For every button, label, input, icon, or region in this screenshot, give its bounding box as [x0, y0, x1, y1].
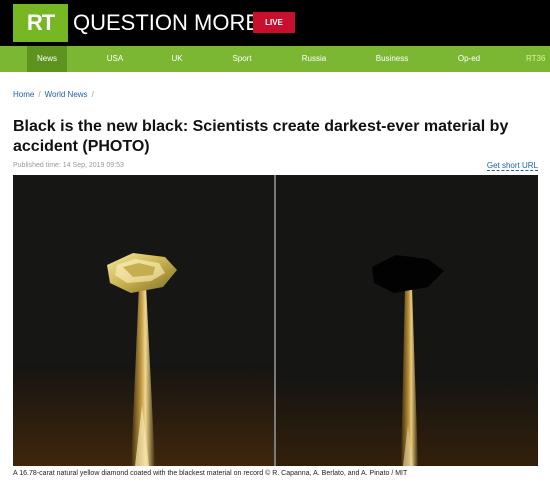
- photo-caption: A 16.78-carat natural yellow diamond coa…: [13, 470, 408, 477]
- nav-item-uk[interactable]: UK: [158, 46, 196, 72]
- breadcrumb-home[interactable]: Home: [13, 90, 34, 99]
- article-title: Black is the new black: Scientists creat…: [13, 118, 509, 155]
- nav-item-op-ed[interactable]: Op-ed: [449, 46, 489, 72]
- uncoated-diamond-image: [13, 175, 274, 466]
- breadcrumb-trailing-separator: /: [91, 90, 94, 99]
- nav-item-sport[interactable]: Sport: [222, 46, 262, 72]
- rt-logo[interactable]: RT: [13, 4, 68, 42]
- top-bar: RT QUESTION MORE LIVE: [0, 0, 550, 46]
- get-short-url-link[interactable]: Get short URL: [486, 161, 538, 171]
- nav-item-rt36[interactable]: RT36: [526, 46, 550, 72]
- breadcrumb: Home / World News /: [13, 90, 98, 99]
- live-button[interactable]: LIVE: [253, 12, 295, 33]
- nav-item-russia[interactable]: Russia: [293, 46, 335, 72]
- main-nav: News USA UK Sport Russia Business Op-ed …: [0, 46, 550, 72]
- nav-item-business[interactable]: Business: [369, 46, 415, 72]
- nav-item-usa[interactable]: USA: [96, 46, 134, 72]
- published-time: Published time: 14 Sep, 2019 09:53: [13, 162, 124, 169]
- brand-tagline: QUESTION MORE: [73, 10, 261, 35]
- coated-diamond-image: [276, 175, 538, 466]
- nav-item-news[interactable]: News: [27, 46, 67, 72]
- breadcrumb-separator: /: [38, 90, 41, 99]
- photo-panel-coated-diamond: [276, 175, 538, 466]
- article-photo: [13, 175, 538, 466]
- photo-panel-uncoated-diamond: [13, 175, 274, 466]
- breadcrumb-world-news[interactable]: World News: [45, 90, 88, 99]
